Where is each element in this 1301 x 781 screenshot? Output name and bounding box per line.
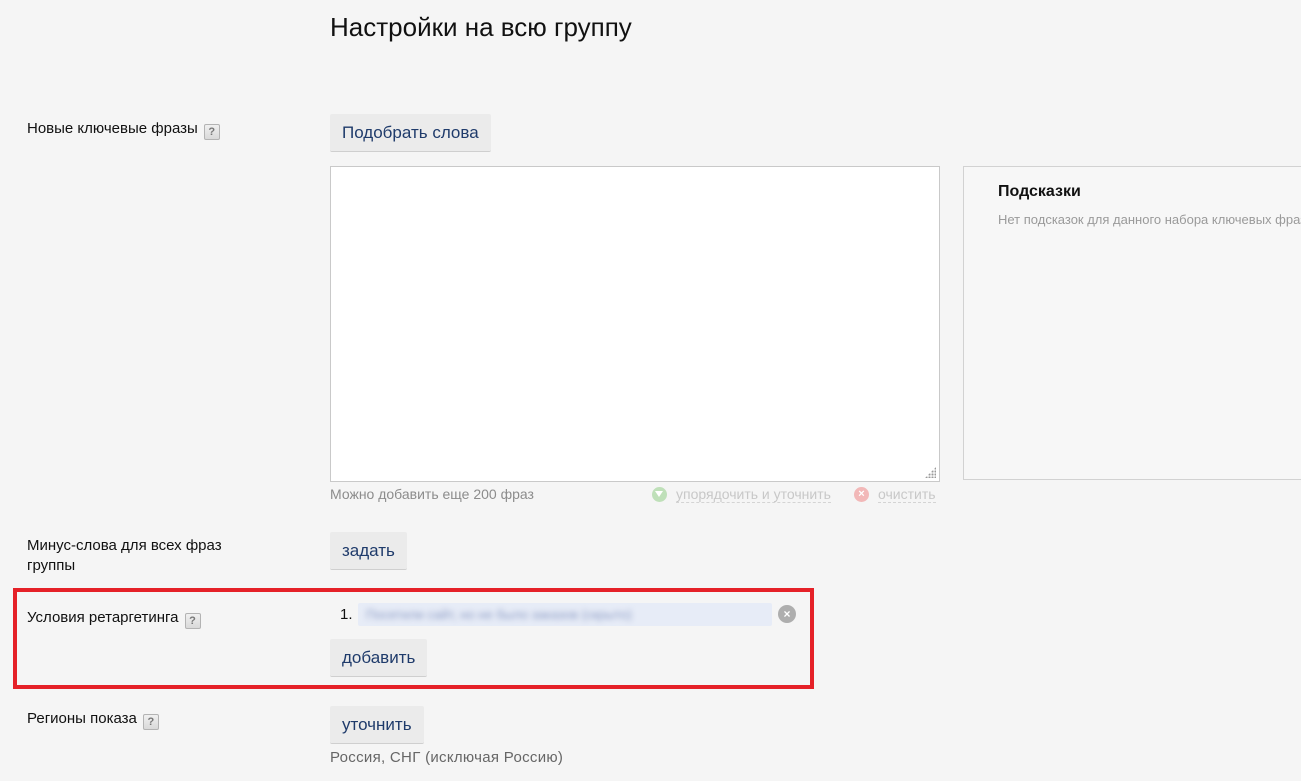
retargeting-help-icon[interactable]: ? (184, 613, 201, 629)
set-minus-words-button[interactable]: задать (330, 532, 407, 570)
sort-refine-link[interactable]: упорядочить и уточнить (676, 486, 831, 503)
keywords-help-icon[interactable]: ? (203, 124, 220, 140)
pick-words-button[interactable]: Подобрать слова (330, 114, 491, 152)
regions-value: Россия, СНГ (исключая Россию) (330, 749, 564, 766)
regions-help-icon[interactable]: ? (142, 714, 159, 730)
hints-panel: Подсказки Нет подсказок для данного набо… (963, 166, 1301, 480)
hints-title: Подсказки (998, 183, 1081, 200)
page-title: Настройки на всю группу (330, 12, 632, 42)
keywords-label: Новые ключевые фразы? (27, 119, 220, 140)
clear-link[interactable]: очистить (878, 486, 936, 503)
retargeting-label-text: Условия ретаргетинга (27, 609, 179, 626)
clear-x-icon: × (854, 487, 869, 502)
remove-condition-icon[interactable]: × (778, 605, 796, 623)
retargeting-condition-item[interactable]: Посетили сайт, но не было заказов (скрыт… (358, 603, 772, 626)
hints-text: Нет подсказок для данного набора ключевы… (998, 212, 1301, 227)
sort-check-icon (652, 487, 667, 502)
retargeting-condition-text: Посетили сайт, но не было заказов (скрыт… (366, 607, 632, 622)
retargeting-label: Условия ретаргетинга? (27, 608, 201, 629)
keywords-textarea[interactable] (330, 166, 940, 482)
regions-label-text: Регионы показа (27, 710, 137, 727)
retargeting-item-number: 1. (340, 606, 353, 623)
refine-regions-button[interactable]: уточнить (330, 706, 424, 744)
add-retargeting-button[interactable]: добавить (330, 639, 428, 677)
keywords-label-text: Новые ключевые фразы (27, 120, 198, 137)
keywords-remaining-text: Можно добавить еще 200 фраз (330, 486, 534, 502)
regions-label: Регионы показа? (27, 709, 159, 730)
minus-words-label: Минус-слова для всех фраз группы (27, 537, 222, 574)
